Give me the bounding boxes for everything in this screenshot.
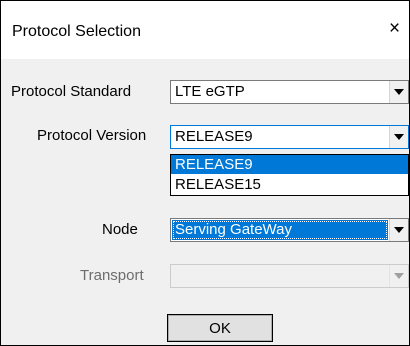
protocol-selection-dialog: Protocol Selection × Protocol Standard L… [0, 0, 410, 346]
protocol-version-select[interactable]: RELEASE9 [170, 125, 409, 149]
protocol-standard-value: LTE eGTP [175, 83, 245, 100]
title-bar: Protocol Selection × [1, 1, 409, 59]
protocol-version-dropdown-list: RELEASE9 RELEASE15 [170, 154, 409, 196]
node-select[interactable]: Serving GateWay [170, 218, 409, 242]
node-value: Serving GateWay [175, 221, 292, 238]
chevron-down-icon [389, 265, 408, 287]
ok-button-label: OK [209, 320, 231, 337]
dropdown-option-release15[interactable]: RELEASE15 [171, 175, 408, 194]
chevron-down-icon[interactable] [389, 126, 408, 148]
dropdown-option-release9[interactable]: RELEASE9 [171, 155, 408, 174]
transport-select [170, 264, 409, 288]
chevron-down-icon[interactable] [389, 81, 408, 103]
chevron-down-icon[interactable] [389, 219, 408, 241]
transport-label: Transport [80, 267, 144, 284]
dialog-title: Protocol Selection [12, 23, 141, 40]
protocol-standard-select[interactable]: LTE eGTP [170, 80, 409, 104]
ok-button[interactable]: OK [167, 314, 273, 342]
protocol-standard-label: Protocol Standard [11, 83, 132, 100]
protocol-version-value: RELEASE9 [175, 128, 253, 145]
protocol-version-label: Protocol Version [37, 127, 147, 144]
close-icon[interactable]: × [389, 19, 400, 38]
node-label: Node [102, 221, 138, 238]
